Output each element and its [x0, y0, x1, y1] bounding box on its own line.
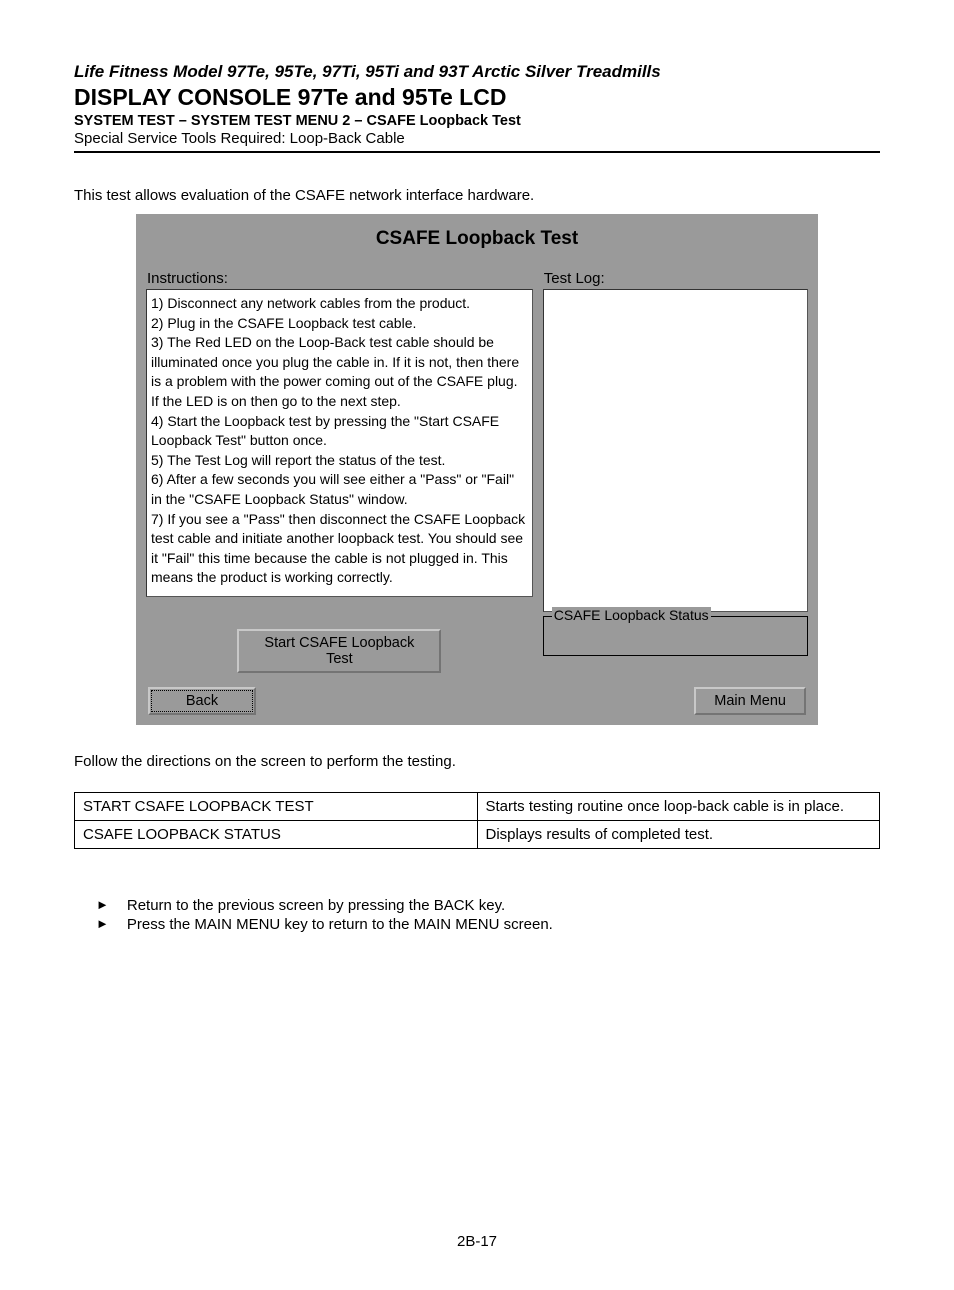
table-cell-desc: Displays results of completed test. [477, 821, 880, 849]
table-row: START CSAFE LOOPBACK TEST Starts testing… [75, 793, 880, 821]
instruction-line: 4) Start the Loopback test by pressing t… [151, 412, 528, 451]
instructions-label: Instructions: [146, 270, 533, 287]
page-number: 2B-17 [74, 1233, 880, 1250]
main-menu-button[interactable]: Main Menu [694, 687, 806, 715]
instruction-line: 7) If you see a "Pass" then disconnect t… [151, 510, 528, 588]
back-button[interactable]: Back [148, 687, 256, 715]
instructions-box: 1) Disconnect any network cables from th… [146, 289, 533, 597]
note-text: Press the MAIN MENU key to return to the… [127, 916, 553, 933]
arrow-icon: ► [74, 916, 109, 933]
notes-list: ► Return to the previous screen by press… [74, 897, 880, 933]
start-loopback-button[interactable]: Start CSAFE Loopback Test [237, 629, 441, 673]
table-cell-label: CSAFE LOOPBACK STATUS [75, 821, 478, 849]
testlog-box [543, 289, 808, 612]
status-legend: CSAFE Loopback Status [552, 607, 711, 623]
instruction-line: 1) Disconnect any network cables from th… [151, 294, 528, 314]
table-row: CSAFE LOOPBACK STATUS Displays results o… [75, 821, 880, 849]
table-cell-desc: Starts testing routine once loop-back ca… [477, 793, 880, 821]
doc-subtitle: Life Fitness Model 97Te, 95Te, 97Ti, 95T… [74, 62, 880, 82]
table-cell-label: START CSAFE LOOPBACK TEST [75, 793, 478, 821]
intro-text: This test allows evaluation of the CSAFE… [74, 187, 880, 204]
header-rule [74, 151, 880, 153]
description-table: START CSAFE LOOPBACK TEST Starts testing… [74, 792, 880, 849]
status-fieldset: CSAFE Loopback Status [543, 616, 808, 656]
lcd-screenshot: CSAFE Loopback Test Instructions: 1) Dis… [136, 214, 818, 725]
instruction-line: 6) After a few seconds you will see eith… [151, 470, 528, 509]
instruction-line: 2) Plug in the CSAFE Loopback test cable… [151, 314, 528, 334]
section-path: SYSTEM TEST – SYSTEM TEST MENU 2 – CSAFE… [74, 113, 880, 129]
screen-title: CSAFE Loopback Test [146, 228, 808, 250]
testlog-label: Test Log: [543, 270, 808, 287]
follow-text: Follow the directions on the screen to p… [74, 753, 880, 770]
arrow-icon: ► [74, 897, 109, 914]
instruction-line: 3) The Red LED on the Loop-Back test cab… [151, 333, 528, 411]
tools-required: Special Service Tools Required: Loop-Bac… [74, 130, 880, 147]
instruction-line: 5) The Test Log will report the status o… [151, 451, 528, 471]
doc-title: DISPLAY CONSOLE 97Te and 95Te LCD [74, 84, 880, 111]
note-text: Return to the previous screen by pressin… [127, 897, 505, 914]
